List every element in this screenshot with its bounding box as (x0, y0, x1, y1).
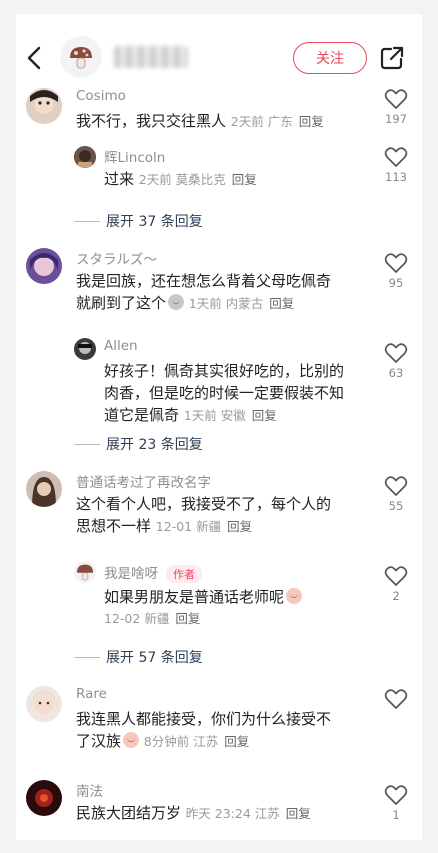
reply-button[interactable]: 回复 (299, 114, 324, 129)
emoji-icon (123, 732, 140, 748)
like-button[interactable]: 63 (382, 342, 410, 380)
reply-text: 如果男朋友是普通话老师呢 12-02 新疆 回复 (104, 586, 374, 630)
comment-text: 民族大团结万岁 昨天 23:24 江苏 回复 (76, 804, 311, 822)
heart-outline-icon (384, 566, 408, 586)
like-count: 113 (385, 170, 407, 184)
comment-page: 关注 Cosimo 我不行，我只交往黑人 2天前 广东 回复 197 辉Linco… (16, 14, 422, 840)
comment-username[interactable]: 普通话考过了再改名字 (76, 471, 211, 491)
reply-username[interactable]: 辉Lincoln (104, 146, 165, 166)
reply-button[interactable]: 回复 (232, 172, 257, 187)
chevron-left-icon (27, 46, 41, 70)
comment-text: 我不行，我只交往黑人 2天前 广东 回复 (76, 112, 324, 130)
avatar[interactable] (74, 338, 96, 360)
avatar[interactable] (74, 561, 96, 583)
mushroom-icon (76, 564, 94, 581)
like-button[interactable]: 1 (382, 784, 410, 822)
like-button[interactable]: 2 (382, 565, 410, 603)
emoji-icon (168, 294, 185, 310)
reply-button[interactable]: 回复 (175, 611, 200, 626)
comment-text: 这个看个人吧，我接受不了，每个人的 思想不一样 12-01 新疆 回复 (76, 495, 332, 535)
avatar[interactable] (26, 686, 62, 722)
comment-username[interactable]: Cosimo (76, 88, 126, 104)
heart-outline-icon (384, 785, 408, 805)
heart-outline-icon (384, 689, 408, 709)
emoji-icon (286, 588, 303, 604)
comment-username[interactable]: 南法 (76, 780, 103, 800)
like-count: 1 (392, 808, 400, 822)
author-avatar[interactable] (60, 36, 102, 78)
mushroom-icon (70, 47, 92, 69)
comment-text: 我连黑人都能接受，你们为什么接受不 了汉族 8分钟前 江苏 回复 (76, 710, 332, 750)
reply-button[interactable]: 回复 (286, 806, 311, 821)
like-count: 197 (385, 112, 407, 126)
author-badge: 作者 (166, 565, 202, 583)
like-button[interactable] (382, 688, 410, 710)
author-name-blurred (114, 46, 188, 68)
like-count: 2 (392, 589, 400, 603)
like-button[interactable]: 55 (382, 475, 410, 513)
comment-username[interactable]: Rare (76, 686, 107, 702)
heart-outline-icon (384, 343, 408, 363)
like-button[interactable]: 197 (382, 88, 410, 126)
share-button[interactable] (378, 44, 406, 72)
comment-username[interactable]: スタラルズ～ (76, 248, 157, 268)
share-icon (380, 46, 404, 70)
like-count: 63 (388, 366, 404, 380)
like-button[interactable]: 95 (382, 252, 410, 290)
heart-outline-icon (384, 89, 408, 109)
reply-button[interactable]: 回复 (224, 734, 249, 749)
heart-outline-icon (384, 476, 408, 496)
reply-username[interactable]: Allen (104, 338, 138, 354)
reply-button[interactable]: 回复 (252, 408, 277, 423)
heart-outline-icon (384, 253, 408, 273)
follow-button[interactable]: 关注 (293, 42, 367, 74)
back-button[interactable] (22, 44, 46, 72)
avatar[interactable] (26, 471, 62, 507)
avatar[interactable] (26, 248, 62, 284)
comment-text: 我是回族，还在想怎么背着父母吃佩奇 就刷到了这个 1天前 内蒙古 回复 (76, 272, 332, 312)
like-count: 55 (388, 499, 404, 513)
expand-replies-button[interactable]: 展开 37 条回复 (74, 211, 203, 231)
like-count: 95 (388, 276, 404, 290)
expand-replies-button[interactable]: 展开 23 条回复 (74, 434, 203, 454)
reply-button[interactable]: 回复 (269, 296, 294, 311)
reply-text: 过来 2天前 莫桑比克 回复 (104, 170, 257, 188)
avatar[interactable] (26, 88, 62, 124)
reply-username: 我是啥呀 作者 (104, 562, 202, 583)
avatar[interactable] (74, 146, 96, 168)
top-bar: 关注 (16, 14, 422, 92)
expand-replies-button[interactable]: 展开 57 条回复 (74, 647, 203, 667)
like-button[interactable]: 113 (382, 146, 410, 184)
reply-button[interactable]: 回复 (227, 519, 252, 534)
reply-text: 好孩子！佩奇其实很好吃的，比别的 肉香，但是吃的时候一定要假装不知 道它是佩奇 … (104, 362, 345, 424)
avatar[interactable] (26, 780, 62, 816)
heart-outline-icon (384, 147, 408, 167)
